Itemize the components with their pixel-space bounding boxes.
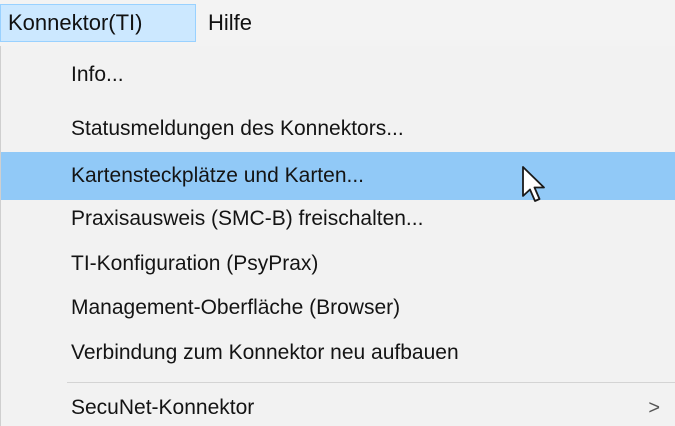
konnektor-dropdown-menu: Info... Statusmeldungen des Konnektors..… bbox=[0, 46, 675, 426]
menu-item-statusmeldungen[interactable]: Statusmeldungen des Konnektors... bbox=[1, 111, 675, 147]
menu-item-label: SecuNet-Konnektor bbox=[71, 396, 255, 419]
menu-item-praxisausweis[interactable]: Praxisausweis (SMC-B) freischalten... bbox=[1, 201, 675, 237]
menu-item-label: TI-Konfiguration (PsyPrax) bbox=[71, 252, 319, 275]
menu-item-verbindung-neu-aufbauen[interactable]: Verbindung zum Konnektor neu aufbauen bbox=[1, 335, 675, 371]
menu-item-label: Kartensteckplätze und Karten... bbox=[71, 164, 365, 187]
mouse-pointer-icon bbox=[522, 166, 545, 202]
menu-bar: Konnektor(TI) Hilfe bbox=[0, 0, 675, 47]
chevron-right-icon: > bbox=[648, 397, 660, 419]
menu-item-label: Verbindung zum Konnektor neu aufbauen bbox=[71, 341, 459, 364]
menu-item-management-oberflaeche[interactable]: Management-Oberfläche (Browser) bbox=[1, 290, 675, 326]
menu-item-kartensteckplaetze[interactable]: Kartensteckplätze und Karten... bbox=[1, 152, 675, 200]
menu-item-info[interactable]: Info... bbox=[1, 57, 675, 93]
menu-item-label: Statusmeldungen des Konnektors... bbox=[71, 117, 404, 140]
menu-hilfe[interactable]: Hilfe bbox=[200, 4, 260, 42]
menu-konnektor-ti[interactable]: Konnektor(TI) bbox=[0, 4, 196, 42]
menu-item-label: Info... bbox=[71, 63, 124, 86]
menu-item-secunet-konnektor[interactable]: SecuNet-Konnektor > bbox=[1, 390, 675, 426]
menu-item-label: Management-Oberfläche (Browser) bbox=[71, 296, 401, 319]
menu-item-label: Praxisausweis (SMC-B) freischalten... bbox=[71, 207, 424, 230]
menu-separator bbox=[67, 382, 675, 383]
menu-item-ti-konfiguration[interactable]: TI-Konfiguration (PsyPrax) bbox=[1, 246, 675, 282]
